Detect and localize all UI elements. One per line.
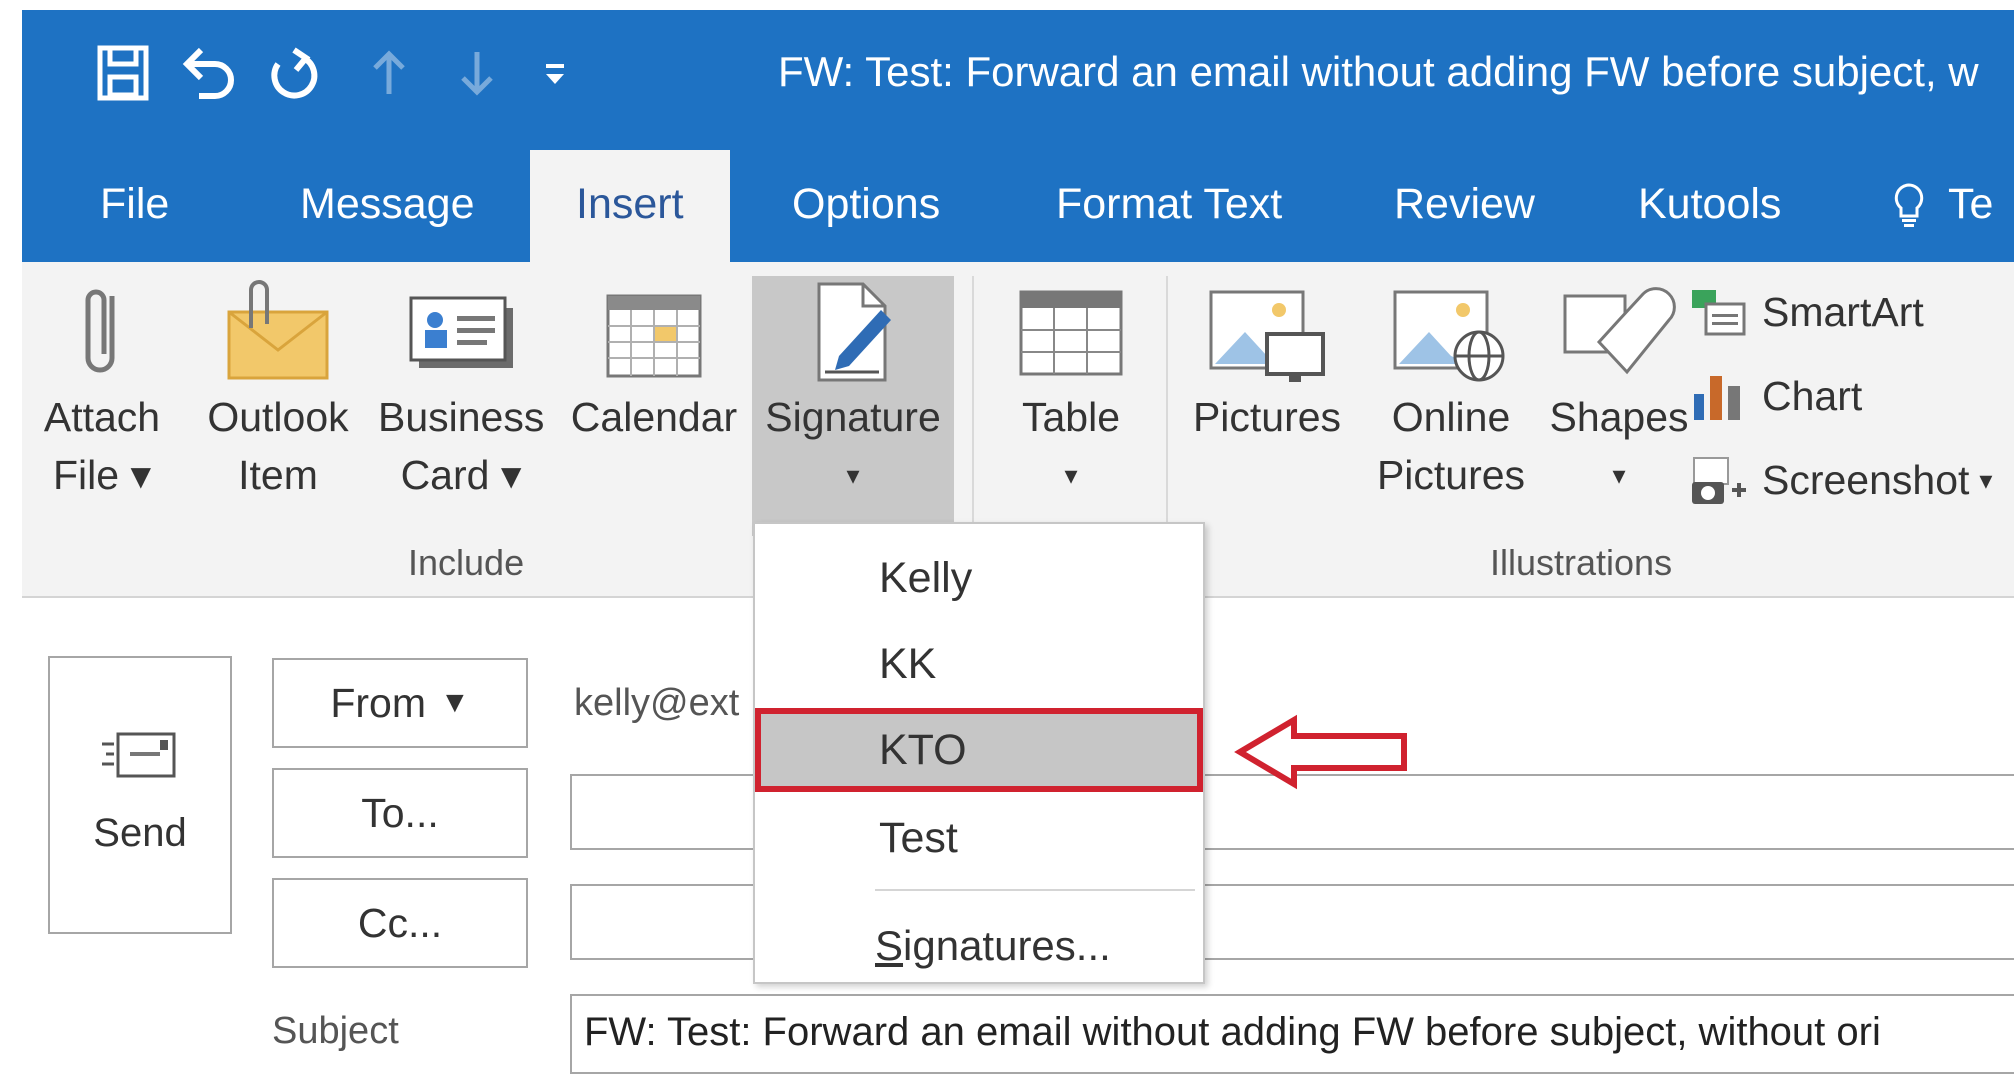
online-pictures-label-2: Pictures (1376, 452, 1526, 498)
envelope-icon (227, 280, 329, 380)
shapes-label: Shapes (1549, 394, 1689, 440)
cc-label: Cc... (357, 899, 443, 946)
paperclip-icon (85, 289, 115, 373)
signature-label: Signature (765, 394, 941, 440)
signature-menu-item[interactable]: KK (755, 622, 1203, 706)
group-label-include: Include (408, 542, 525, 583)
tab-tell-me-label: Te (1948, 180, 1994, 228)
online-pictures-icon (1393, 290, 1505, 382)
cc-button[interactable]: Cc... (272, 878, 528, 968)
arrow-up-icon[interactable] (354, 38, 424, 108)
shapes-dropdown-caret: ▾ (1612, 460, 1626, 490)
tab-insert[interactable]: Insert (530, 150, 730, 262)
smartart-icon (1692, 290, 1746, 336)
screenshot-dropdown-caret: ▾ (1979, 464, 1993, 495)
signature-icon (817, 282, 891, 382)
business-card-button[interactable]: Business Card ▾ (378, 276, 544, 504)
smartart-button[interactable]: SmartArt (1688, 286, 1924, 338)
tab-kutools[interactable]: Kutools (1638, 180, 1781, 229)
table-icon (1019, 290, 1123, 376)
save-icon[interactable] (88, 38, 158, 108)
redo-icon[interactable] (258, 38, 328, 108)
menu-separator (875, 889, 1195, 891)
chart-button[interactable]: Chart (1688, 370, 1862, 422)
calendar-button[interactable]: Calendar (566, 276, 742, 446)
tab-message[interactable]: Message (300, 180, 474, 229)
business-card-label-1: Business (378, 394, 545, 440)
screenshot-icon (1692, 457, 1746, 504)
customize-qat-icon[interactable] (520, 38, 590, 108)
tab-options[interactable]: Options (792, 180, 940, 229)
screenshot-button[interactable]: Screenshot ▾ (1688, 454, 1992, 506)
tab-review[interactable]: Review (1394, 180, 1535, 229)
arrow-down-icon[interactable] (442, 38, 512, 108)
window-title: FW: Test: Forward an email without addin… (778, 48, 1979, 95)
table-button[interactable]: Table ▾ (996, 276, 1146, 504)
signature-dropdown-menu: Kelly KK KTO Test Signatures... (753, 522, 1205, 984)
pictures-icon (1209, 290, 1325, 382)
annotation-arrow-icon (1234, 714, 1407, 790)
signatures-accelerator: S (875, 922, 904, 969)
calendar-icon (606, 294, 702, 378)
from-button[interactable]: From ▼ (272, 658, 528, 748)
signatures-label: ignatures... (903, 922, 1111, 969)
pictures-button[interactable]: Pictures (1188, 276, 1346, 446)
send-envelope-icon (102, 732, 176, 778)
send-button[interactable]: Send (48, 656, 232, 934)
tab-file[interactable]: File (100, 180, 169, 229)
signature-menu-item[interactable]: Kelly (755, 536, 1203, 620)
screenshot-label: Screenshot (1762, 456, 1970, 503)
pictures-label: Pictures (1192, 394, 1342, 440)
signature-dropdown-caret: ▾ (846, 460, 860, 490)
ribbon-tabs: File Message Insert Options Format Text … (22, 140, 2014, 262)
smartart-label: SmartArt (1762, 288, 1924, 335)
from-label: From (330, 679, 426, 726)
from-address: kelly@ext (574, 682, 740, 724)
subject-label: Subject (272, 1010, 399, 1052)
lightbulb-icon (1894, 182, 1924, 227)
tab-tell-me[interactable]: Te (1892, 180, 1993, 229)
chevron-down-icon: ▼ (439, 686, 470, 719)
outlook-item-button[interactable]: Outlook Item (198, 276, 358, 504)
outlook-item-label-1: Outlook (207, 394, 349, 440)
signature-menu-item[interactable]: Test (755, 796, 1203, 880)
online-pictures-button[interactable]: Online Pictures (1368, 276, 1534, 504)
to-button[interactable]: To... (272, 768, 528, 858)
shapes-icon (1563, 287, 1676, 375)
to-label: To... (361, 789, 439, 836)
calendar-label: Calendar (570, 394, 738, 440)
outlook-item-label-2: Item (238, 452, 318, 498)
online-pictures-label-1: Online (1391, 394, 1511, 440)
shapes-button[interactable]: Shapes ▾ (1546, 276, 1692, 504)
subject-field[interactable]: FW: Test: Forward an email without addin… (570, 994, 2014, 1074)
table-dropdown-caret: ▾ (1064, 460, 1078, 490)
table-label: Table (1021, 394, 1120, 440)
signature-menu-item-highlighted[interactable]: KTO (755, 708, 1203, 792)
title-bar: FW: Test: Forward an email without addin… (22, 10, 2014, 140)
signatures-settings-item[interactable]: Signatures... (755, 904, 1203, 988)
business-card-icon (409, 296, 513, 368)
business-card-label-2: Card ▾ (400, 452, 522, 498)
attach-file-button[interactable]: Attach File ▾ (42, 276, 162, 504)
signature-button[interactable]: Signature ▾ (754, 276, 952, 504)
send-label: Send (93, 811, 187, 855)
outlook-compose-window: FW: Test: Forward an email without addin… (22, 10, 2014, 1083)
attach-file-label-2: File ▾ (52, 452, 152, 498)
attach-file-label-1: Attach (43, 394, 161, 440)
group-label-illustrations: Illustrations (1490, 542, 1673, 583)
undo-icon[interactable] (172, 38, 242, 108)
chart-label: Chart (1762, 372, 1863, 419)
tab-format-text[interactable]: Format Text (1056, 180, 1282, 229)
chart-icon (1694, 376, 1740, 420)
